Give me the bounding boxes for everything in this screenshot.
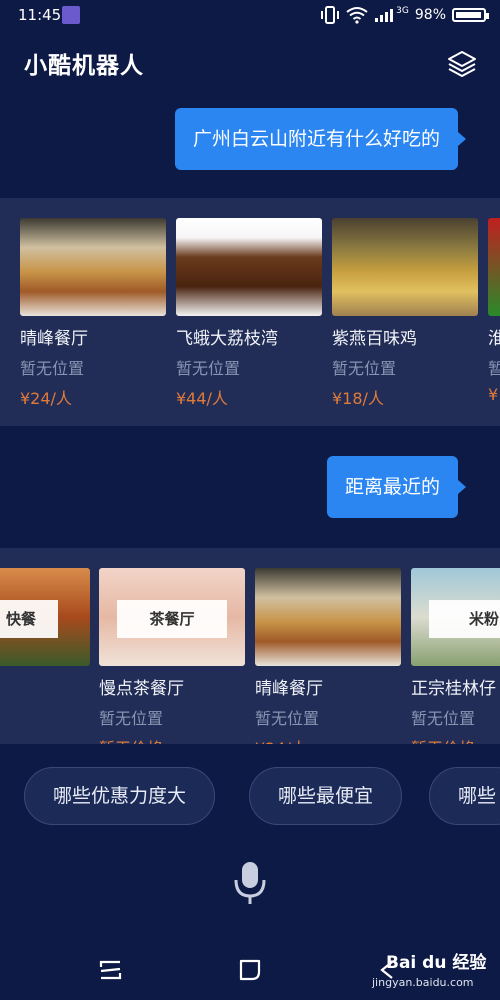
image-category-label: 米粉 <box>429 600 500 638</box>
user-query-bubble: 广州白云山附近有什么好吃的 <box>174 108 467 170</box>
signal-icon <box>375 9 394 22</box>
gallery-notification-icon <box>62 6 80 24</box>
restaurant-card[interactable]: 晴峰餐厅 暂无位置 ¥24/人 <box>20 218 166 409</box>
restaurant-card[interactable]: 茶餐厅 慢点茶餐厅 暂无位置 暂无价格 <box>99 568 245 744</box>
restaurant-name: 飞蛾大荔枝湾 <box>176 329 278 349</box>
layers-icon[interactable] <box>446 48 478 80</box>
restaurant-location: 置 <box>0 700 90 724</box>
nav-home-icon[interactable] <box>238 958 262 982</box>
restaurant-price: ¥24/人 <box>20 389 72 408</box>
restaurant-location: 暂无位置 <box>332 359 397 378</box>
restaurant-image <box>255 568 401 666</box>
restaurant-name: 晴峰餐厅 <box>20 329 88 349</box>
image-category-label: 快餐 <box>0 600 58 638</box>
restaurant-location: 暂 <box>488 359 500 378</box>
network-type: 3G <box>396 6 409 16</box>
restaurant-image <box>332 218 478 316</box>
restaurant-name: n <box>0 674 90 694</box>
restaurant-carousel[interactable]: 晴峰餐厅 暂无位置 ¥24/人 飞蛾大荔枝湾 暂无位置 ¥44/人 紫燕百味鸡 … <box>0 198 500 426</box>
restaurant-price: ¥18/人 <box>332 389 384 408</box>
status-icons: 3G 98% <box>320 6 489 24</box>
restaurant-name: 晴峰餐厅 <box>255 679 323 699</box>
battery-percent: 98% <box>414 7 446 23</box>
restaurant-card[interactable]: 米粉 正宗桂林仔 暂无位置 暂无价格 <box>411 568 500 744</box>
restaurant-image <box>176 218 322 316</box>
baidu-watermark-logo: Bai du 经验 <box>386 953 487 973</box>
restaurant-image: 快餐 <box>0 568 90 666</box>
status-bar: 11:45 3G 98% <box>0 0 500 32</box>
restaurant-card[interactable]: 淮 暂 ¥ <box>488 218 500 404</box>
restaurant-price: 暂无价格 <box>99 735 245 744</box>
restaurant-price: ¥44/人 <box>176 389 228 408</box>
restaurant-price: ¥ <box>488 385 499 404</box>
restaurant-card[interactable]: 紫燕百味鸡 暂无位置 ¥18/人 <box>332 218 478 409</box>
restaurant-image <box>488 218 500 316</box>
restaurant-location: 暂无位置 <box>99 709 164 728</box>
restaurant-price: 暂无价格 <box>411 735 500 744</box>
restaurant-name: 淮 <box>488 329 500 349</box>
restaurant-price: ¥24/人 <box>255 735 401 744</box>
battery-fill <box>456 12 481 18</box>
page-title: 小酷机器人 <box>24 53 144 79</box>
restaurant-carousel[interactable]: 快餐 n 置 格 茶餐厅 慢点茶餐厅 暂无位置 暂无价格 晴峰餐厅 暂无位置 ¥… <box>0 548 500 744</box>
restaurant-image <box>20 218 166 316</box>
baidu-watermark-url: jingyan.baidu.com <box>372 976 474 989</box>
restaurant-image: 茶餐厅 <box>99 568 245 666</box>
restaurant-location: 暂无位置 <box>176 359 241 378</box>
user-query-bubble: 距离最近的 <box>326 456 467 518</box>
nav-back-icon[interactable] <box>98 958 124 982</box>
restaurant-name: 紫燕百味鸡 <box>332 329 417 349</box>
restaurant-location: 暂无位置 <box>20 359 85 378</box>
restaurant-image: 米粉 <box>411 568 500 666</box>
wifi-icon <box>346 7 368 24</box>
vibrate-icon <box>321 6 340 24</box>
restaurant-location: 暂无位置 <box>411 709 476 728</box>
image-category-label: 茶餐厅 <box>117 600 227 638</box>
restaurant-location: 暂无位置 <box>255 709 320 728</box>
restaurant-name: 慢点茶餐厅 <box>99 679 184 699</box>
restaurant-price: 格 <box>0 730 90 744</box>
restaurant-card[interactable]: 晴峰餐厅 暂无位置 ¥24/人 <box>255 568 401 744</box>
status-time: 11:45 <box>18 6 62 24</box>
restaurant-name: 正宗桂林仔 <box>411 679 496 699</box>
suggestion-chip[interactable]: 哪些最便宜 <box>249 767 403 825</box>
microphone-icon[interactable] <box>232 860 268 906</box>
suggestion-chip[interactable]: 哪些 <box>429 767 500 825</box>
restaurant-card[interactable]: 飞蛾大荔枝湾 暂无位置 ¥44/人 <box>176 218 322 409</box>
suggestion-chip[interactable]: 哪些优惠力度大 <box>24 767 216 825</box>
restaurant-card[interactable]: 快餐 n 置 格 <box>0 568 90 744</box>
battery-icon <box>452 8 489 22</box>
